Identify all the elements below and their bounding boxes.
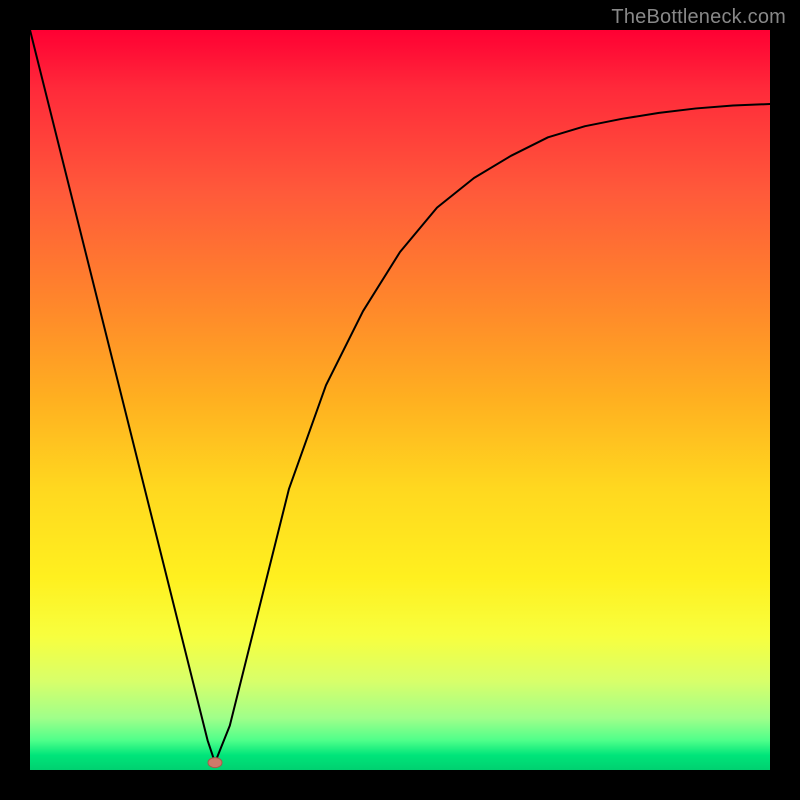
bottleneck-curve	[30, 30, 770, 763]
plot-area	[30, 30, 770, 770]
watermark-text: TheBottleneck.com	[611, 6, 786, 29]
chart-frame: TheBottleneck.com	[0, 0, 800, 800]
optimum-marker	[208, 758, 222, 768]
curve-layer	[30, 30, 770, 770]
